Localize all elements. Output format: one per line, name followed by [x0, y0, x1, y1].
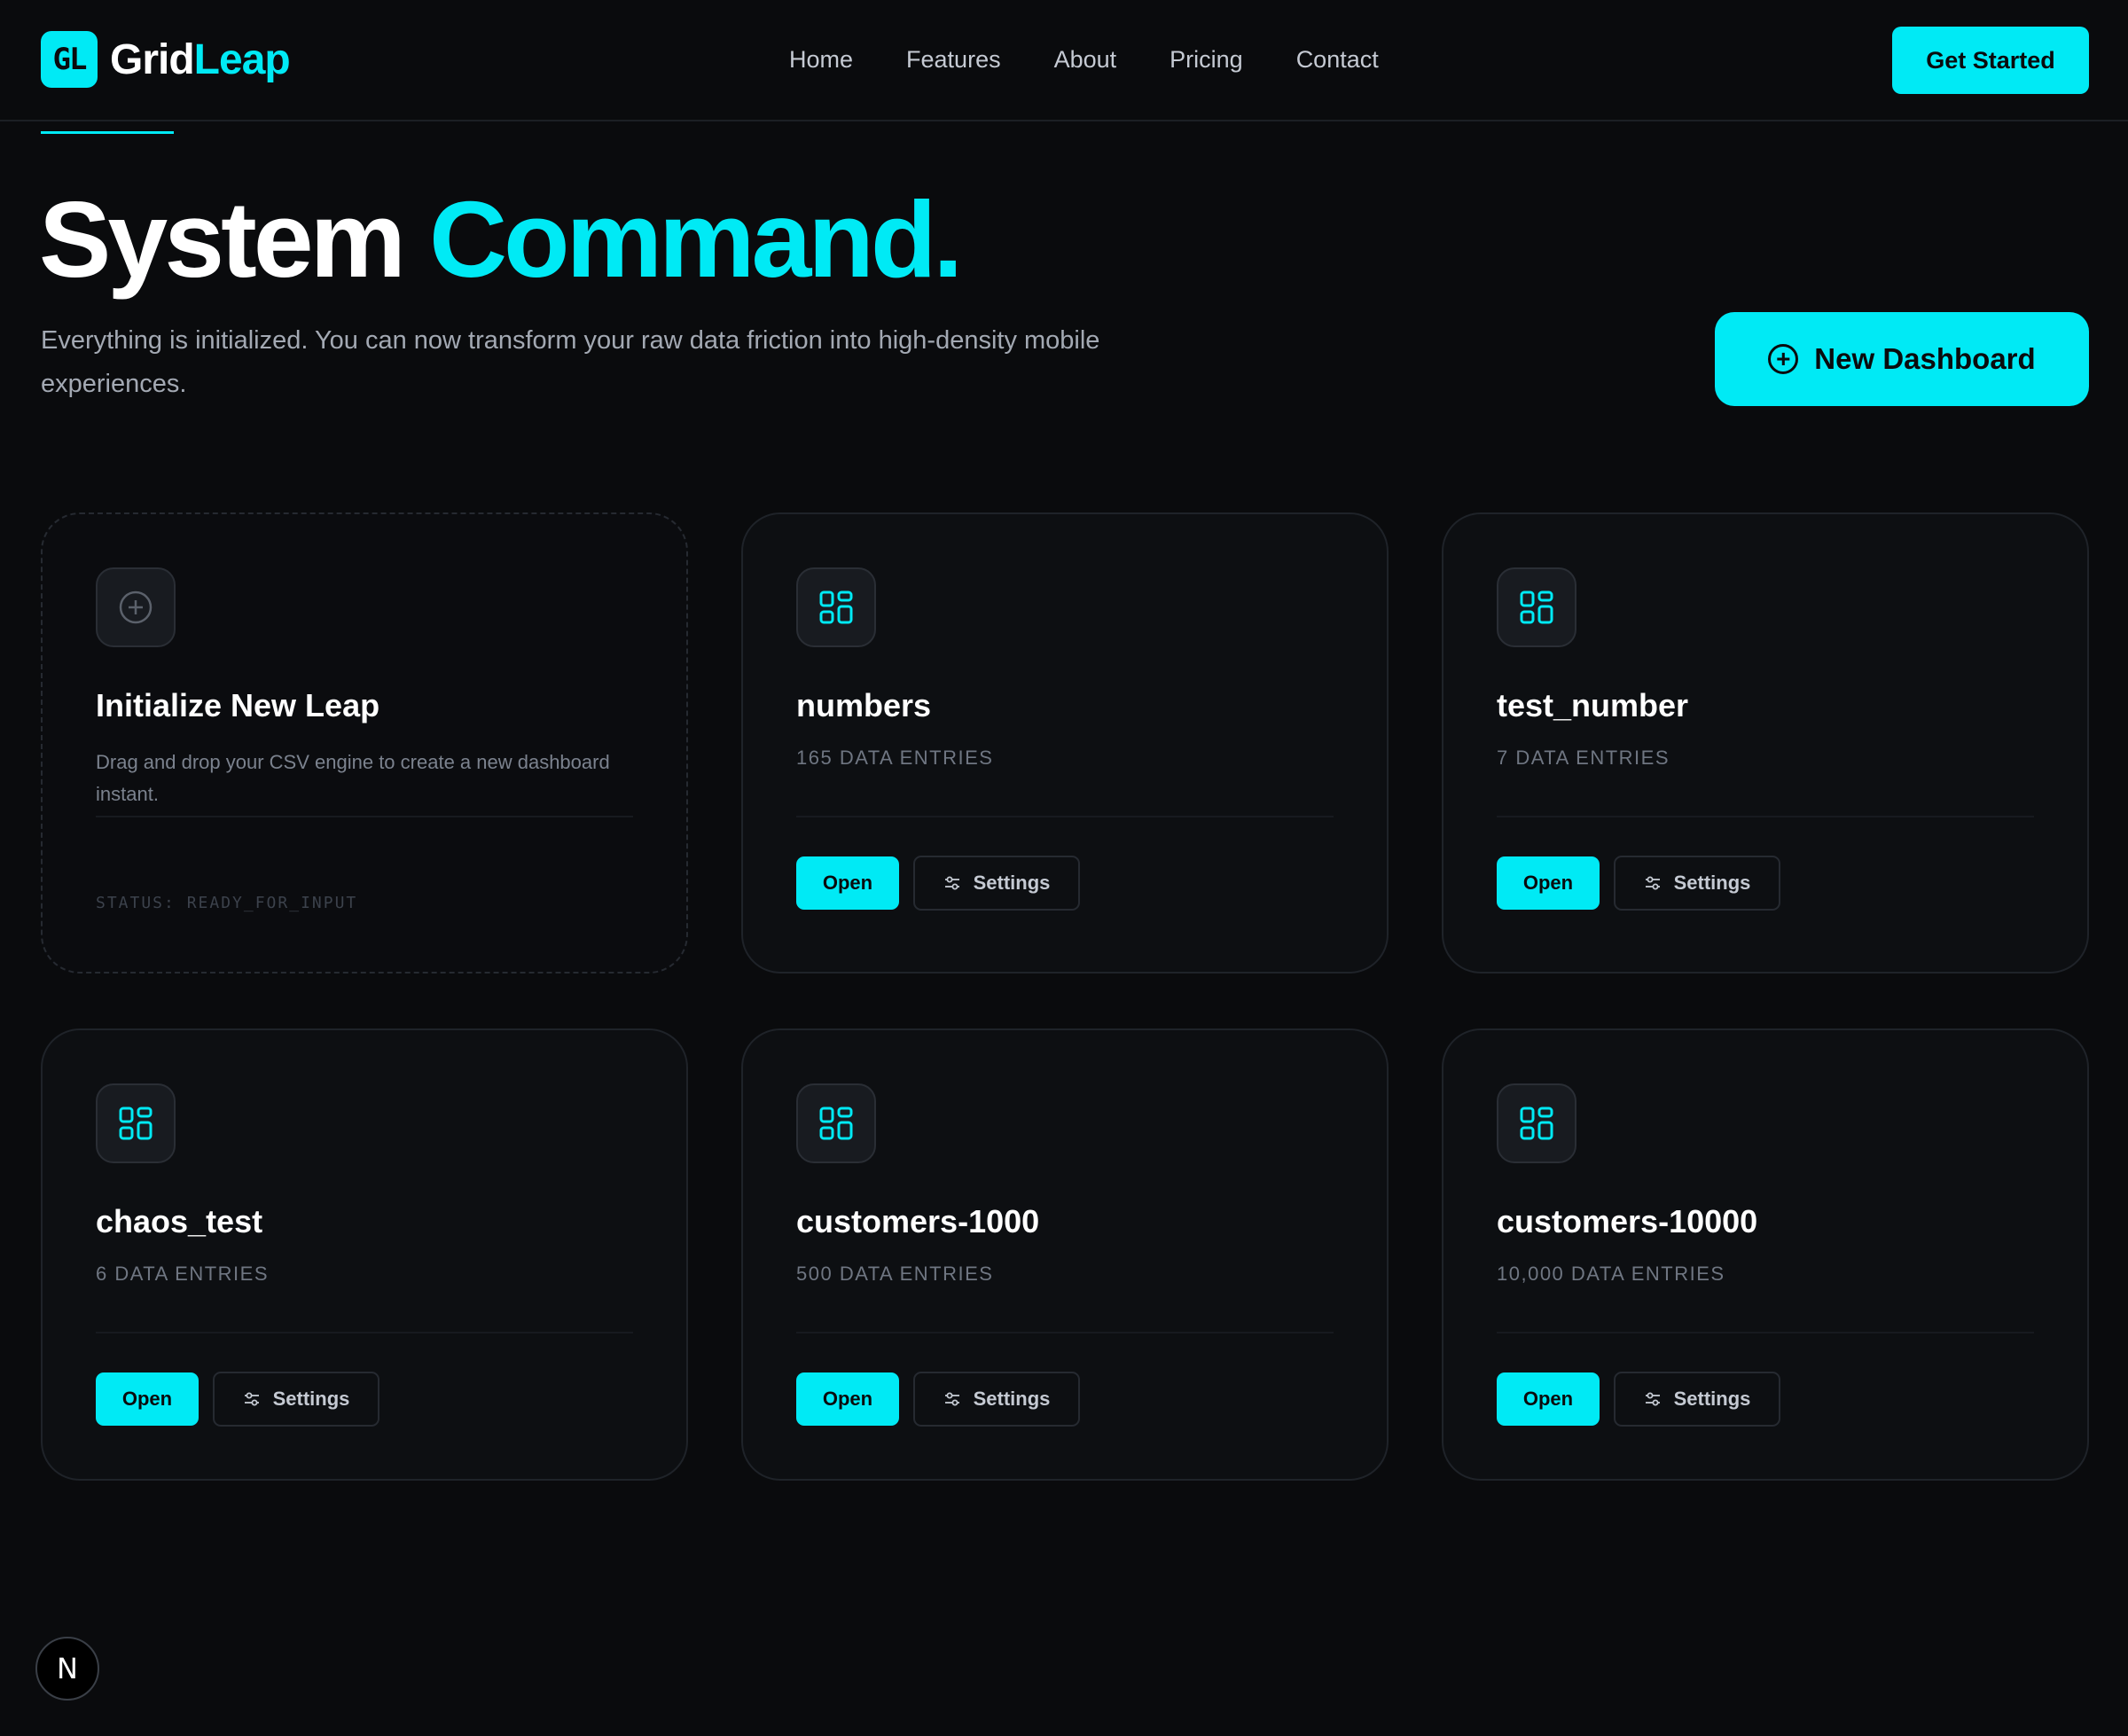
card-divider: [1497, 1332, 2034, 1333]
page-title-part1: System: [39, 179, 406, 300]
nextjs-dev-badge[interactable]: N: [35, 1637, 99, 1701]
data-entries-count: 165 DATA ENTRIES: [796, 747, 994, 769]
open-button[interactable]: Open: [796, 856, 899, 910]
grid-dashboard-icon: [1497, 567, 1576, 647]
sliders-icon: [1645, 876, 1660, 890]
page-subtitle: Everything is initialized. You can now t…: [41, 326, 1100, 398]
sliders-icon: [1645, 1392, 1660, 1406]
data-entries-count: 6 DATA ENTRIES: [96, 1263, 270, 1285]
settings-button[interactable]: Settings: [1614, 1372, 1780, 1427]
settings-button[interactable]: Settings: [913, 856, 1080, 911]
nav-link-home[interactable]: Home: [789, 41, 853, 78]
logo-wordmark-grid: Grid: [110, 35, 195, 83]
card-title: numbers: [796, 687, 932, 723]
settings-label: Settings: [272, 1388, 350, 1410]
card-divider: [96, 816, 633, 817]
card-divider: [796, 816, 1334, 817]
grid-dashboard-icon: [1497, 1083, 1576, 1163]
page-title-part2: Command.: [428, 179, 963, 300]
settings-label: Settings: [1673, 1388, 1751, 1410]
dashboard-card-numbers: numbers 165 DATA ENTRIES Open Settings: [741, 512, 1389, 974]
page-title: System Command.: [39, 177, 963, 301]
card-divider: [1497, 816, 2034, 817]
data-entries-count: 10,000 DATA ENTRIES: [1497, 1263, 1725, 1285]
page: GL GridLeap Home Features About Pricing …: [0, 0, 2128, 1736]
card-divider: [796, 1332, 1334, 1333]
open-button[interactable]: Open: [1497, 1372, 1600, 1426]
sliders-icon: [944, 1392, 959, 1406]
plus-circle-icon: +: [1768, 344, 1799, 374]
new-dashboard-label: New Dashboard: [1814, 342, 2036, 375]
logo-wordmark-leap: Leap: [193, 35, 291, 83]
card-description: Drag and drop your CSV engine to create …: [96, 751, 610, 805]
nav-link-contact[interactable]: Contact: [1296, 41, 1379, 78]
new-dashboard-button[interactable]: + New Dashboard: [1715, 312, 2089, 406]
initialize-new-leap-card[interactable]: Initialize New Leap Drag and drop your C…: [41, 512, 688, 974]
data-entries-count: 7 DATA ENTRIES: [1497, 747, 1670, 769]
nav-link-about[interactable]: About: [1054, 41, 1117, 78]
status-text: STATUS: READY_FOR_INPUT: [96, 894, 358, 912]
logo-mark: GL: [41, 31, 98, 88]
dashboard-card-customers-10000: customers-10000 10,000 DATA ENTRIES Open…: [1442, 1028, 2089, 1481]
settings-label: Settings: [973, 872, 1051, 894]
open-button[interactable]: Open: [96, 1372, 199, 1426]
settings-label: Settings: [1673, 872, 1751, 894]
logo-wordmark: GridLeap: [110, 35, 291, 84]
card-title: test_number: [1497, 687, 1689, 723]
grid-dashboard-icon: [796, 567, 876, 647]
nav-link-pricing[interactable]: Pricing: [1170, 41, 1243, 78]
dashboard-card-test-number: test_number 7 DATA ENTRIES Open Settings: [1442, 512, 2089, 974]
open-button[interactable]: Open: [1497, 856, 1600, 910]
sliders-icon: [244, 1392, 259, 1406]
dashboard-card-customers-1000: customers-1000 500 DATA ENTRIES Open Set…: [741, 1028, 1389, 1481]
grid-dashboard-icon: [796, 1083, 876, 1163]
main-nav: Home Features About Pricing Contact: [789, 41, 1432, 78]
get-started-button[interactable]: Get Started: [1892, 27, 2089, 94]
card-title: chaos_test: [96, 1203, 263, 1239]
data-entries-count: 500 DATA ENTRIES: [796, 1263, 994, 1285]
top-navbar: GL GridLeap Home Features About Pricing …: [0, 0, 2128, 121]
settings-button[interactable]: Settings: [1614, 856, 1780, 911]
settings-button[interactable]: Settings: [913, 1372, 1080, 1427]
settings-label: Settings: [973, 1388, 1051, 1410]
brand-logo[interactable]: GL GridLeap: [41, 31, 291, 88]
card-title: customers-10000: [1497, 1203, 1758, 1239]
grid-dashboard-icon: [96, 1083, 176, 1163]
hero-accent-line: [41, 131, 174, 134]
nav-link-features[interactable]: Features: [906, 41, 1001, 78]
settings-button[interactable]: Settings: [213, 1372, 379, 1427]
dashboard-card-chaos-test: chaos_test 6 DATA ENTRIES Open Settings: [41, 1028, 688, 1481]
sliders-icon: [944, 876, 959, 890]
card-title: customers-1000: [796, 1203, 1040, 1239]
open-button[interactable]: Open: [796, 1372, 899, 1426]
card-title: Initialize New Leap: [96, 687, 380, 723]
plus-circle-icon: [96, 567, 176, 647]
card-divider: [96, 1332, 633, 1333]
